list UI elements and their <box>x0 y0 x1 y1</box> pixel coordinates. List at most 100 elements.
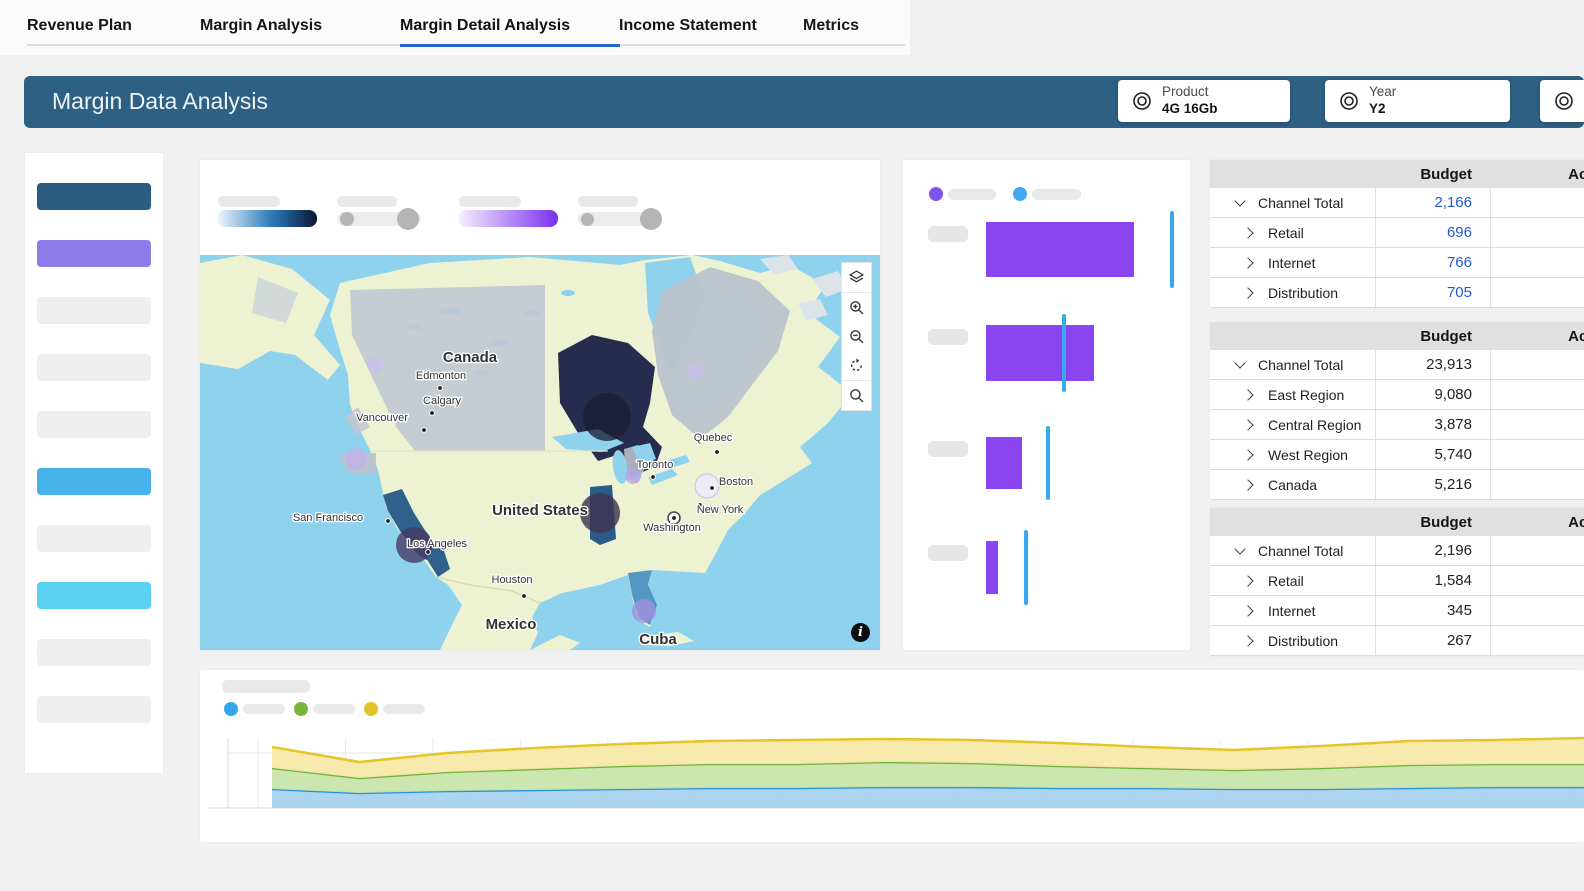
chevron-right-icon[interactable] <box>1242 635 1253 646</box>
legend-label-pill <box>313 704 355 714</box>
info-icon[interactable]: i <box>851 623 870 642</box>
table-row[interactable]: Retail1,5847 <box>1210 566 1584 596</box>
chevron-right-icon[interactable] <box>1242 287 1253 298</box>
zoom-in-icon[interactable] <box>842 293 871 322</box>
actual-value: 16,5 <box>1490 350 1584 379</box>
sidebar-bar-2[interactable] <box>37 240 151 267</box>
legend-dot-purple <box>929 187 943 201</box>
chevron-right-icon[interactable] <box>1242 257 1253 268</box>
chevron-right-icon[interactable] <box>1242 227 1253 238</box>
row-name-cell: Canada <box>1210 477 1375 493</box>
city-label-washington: Washington <box>643 522 701 534</box>
search-icon[interactable] <box>842 381 871 410</box>
tab-margin-detail-analysis[interactable]: Margin Detail Analysis <box>400 17 570 35</box>
actual-value: 7 <box>1490 566 1584 595</box>
chevron-right-icon[interactable] <box>1242 479 1253 490</box>
bar-label-pill <box>928 329 968 345</box>
tab-metrics[interactable]: Metrics <box>803 17 859 35</box>
legend-label-pill <box>218 196 280 207</box>
bubble-florida[interactable] <box>632 599 656 623</box>
chevron-right-icon[interactable] <box>1242 419 1253 430</box>
table-row[interactable]: Internet7662 <box>1210 248 1584 278</box>
legend-label-pill <box>948 189 996 200</box>
column-actual: Actual <box>1490 328 1584 345</box>
sidebar-bar-6[interactable] <box>37 468 151 495</box>
table-row[interactable]: Channel Total2,1961,4 <box>1210 536 1584 566</box>
city-label-quebec: Quebec <box>694 432 733 444</box>
legend-dot-green <box>294 702 308 716</box>
value-bar <box>986 541 998 594</box>
value-bar <box>986 325 1094 381</box>
zoom-out-icon[interactable] <box>842 322 871 351</box>
sidebar-bar-3[interactable] <box>37 297 151 324</box>
tab-income-statement[interactable]: Income Statement <box>619 17 757 35</box>
table-row[interactable]: Central Region3,8783,3 <box>1210 410 1584 440</box>
chevron-down-icon[interactable] <box>1234 543 1245 554</box>
trend-title-pill <box>222 680 310 693</box>
table-row[interactable]: East Region9,0804,5 <box>1210 380 1584 410</box>
table-row[interactable]: Channel Total2,1661,4 <box>1210 188 1584 218</box>
map-canvas[interactable]: EdmontonCalgaryVancouverQuebecTorontoBos… <box>200 255 880 650</box>
budget-value: 3,878 <box>1375 410 1490 439</box>
filter-value: 4G 16Gb <box>1162 101 1218 118</box>
bar-label-pill <box>928 441 968 457</box>
city-dot-edmonton <box>438 386 443 391</box>
sidebar-bar-1[interactable] <box>37 183 151 210</box>
sidebar-bar-4[interactable] <box>37 354 151 381</box>
city-dot-san-francisco <box>386 519 391 524</box>
table-row[interactable]: Distribution705 <box>1210 278 1584 308</box>
chevron-down-icon[interactable] <box>1234 357 1245 368</box>
sidebar-bar-10[interactable] <box>37 696 151 723</box>
bar-chart-panel <box>903 160 1190 650</box>
bubble-seattle[interactable] <box>345 448 367 470</box>
table-row[interactable]: Internet3454 <box>1210 596 1584 626</box>
chevron-right-icon[interactable] <box>1242 575 1253 586</box>
actual-value: 4 <box>1490 596 1584 625</box>
target-icon <box>1552 89 1576 113</box>
row-label: West Region <box>1268 447 1348 463</box>
tab-revenue-plan[interactable]: Revenue Plan <box>27 17 132 35</box>
target-tick <box>1046 426 1050 500</box>
layers-icon[interactable] <box>842 263 871 292</box>
chevron-right-icon[interactable] <box>1242 389 1253 400</box>
legend-gradient-purple <box>458 210 558 227</box>
map-panel: EdmontonCalgaryVancouverQuebecTorontoBos… <box>200 160 880 650</box>
sidebar-bar-8[interactable] <box>37 582 151 609</box>
table-row[interactable]: Canada5,2164,8 <box>1210 470 1584 500</box>
reset-icon[interactable] <box>842 351 871 380</box>
budget-value: 267 <box>1375 626 1490 655</box>
table-row[interactable]: Retail6961,1 <box>1210 218 1584 248</box>
city-label-new-york: New York <box>697 504 744 516</box>
filter-year[interactable]: YearY2 <box>1325 80 1510 122</box>
bubble-ontario[interactable] <box>583 393 631 441</box>
sidebar-panel <box>25 153 163 773</box>
city-dot-los-angeles <box>426 550 431 555</box>
city-dot-quebec <box>715 450 720 455</box>
bubble-boston[interactable] <box>695 474 719 498</box>
sidebar-bar-7[interactable] <box>37 525 151 552</box>
row-label: East Region <box>1268 387 1344 403</box>
row-label: Channel Total <box>1258 357 1343 373</box>
city-label-san-francisco: San Francisco <box>293 512 363 524</box>
chevron-right-icon[interactable] <box>1242 449 1253 460</box>
chevron-down-icon[interactable] <box>1234 195 1245 206</box>
sidebar-bar-9[interactable] <box>37 639 151 666</box>
bubble-bc[interactable] <box>367 357 383 373</box>
actual-value: 2 <box>1490 248 1584 277</box>
bubble-quebec[interactable] <box>687 363 703 379</box>
table-row[interactable]: West Region5,7403,8 <box>1210 440 1584 470</box>
target-tick <box>1062 314 1066 392</box>
table-header: BudgetActual <box>1210 508 1584 536</box>
row-label: Canada <box>1268 477 1317 493</box>
sidebar-bar-5[interactable] <box>37 411 151 438</box>
tab-margin-analysis[interactable]: Margin Analysis <box>200 17 322 35</box>
legend-size-large-dot <box>640 208 662 230</box>
table-row[interactable]: Channel Total23,91316,5 <box>1210 350 1584 380</box>
filter-partial[interactable] <box>1540 80 1584 122</box>
chevron-right-icon[interactable] <box>1242 605 1253 616</box>
actual-value: 1,4 <box>1490 536 1584 565</box>
filter-product[interactable]: Product4G 16Gb <box>1118 80 1290 122</box>
city-dot-washington <box>672 516 677 521</box>
column-actual: Actual <box>1490 514 1584 531</box>
table-row[interactable]: Distribution2673 <box>1210 626 1584 656</box>
